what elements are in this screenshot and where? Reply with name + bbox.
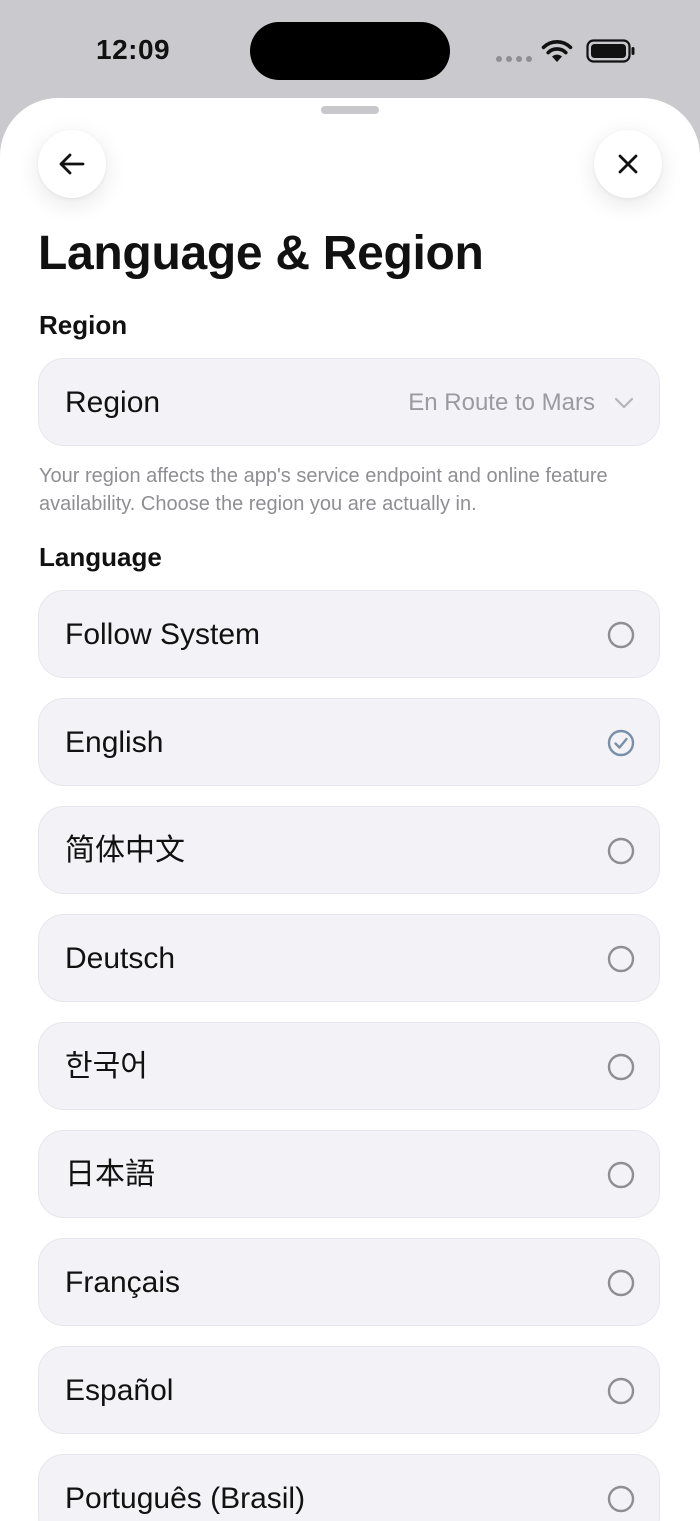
region-section-heading: Region <box>39 310 128 340</box>
language-option-simplified-chinese[interactable]: 简体中文 <box>38 806 660 894</box>
radio-unchecked-icon <box>607 1161 635 1189</box>
language-option-german[interactable]: Deutsch <box>38 914 660 1002</box>
page-title: Language & Region <box>38 227 484 280</box>
language-option-label: 日本語 <box>65 1158 155 1191</box>
language-option-portuguese-brazil[interactable]: Português (Brasil) <box>38 1454 660 1521</box>
language-option-label: English <box>65 726 164 759</box>
language-option-japanese[interactable]: 日本語 <box>38 1130 660 1218</box>
language-option-label: Español <box>65 1374 174 1407</box>
language-option-label: Follow System <box>65 618 261 651</box>
language-option-korean[interactable]: 한국어 <box>38 1022 660 1110</box>
radio-unchecked-icon <box>607 1053 635 1081</box>
radio-unchecked-icon <box>607 621 635 649</box>
back-button[interactable] <box>38 130 106 198</box>
language-option-label: 简体中文 <box>65 834 185 867</box>
dynamic-island <box>250 22 450 80</box>
radio-unchecked-icon <box>607 837 635 865</box>
region-helper-text: Your region affects the app's service en… <box>39 465 608 515</box>
wifi-icon <box>541 40 573 62</box>
language-option-english[interactable]: English <box>38 698 660 786</box>
status-bar: 12:09 <box>0 0 700 100</box>
language-option-label: Français <box>65 1266 181 1299</box>
language-option-french[interactable]: Français <box>38 1238 660 1326</box>
language-option-label: Português (Brasil) <box>65 1482 306 1515</box>
language-option-spanish[interactable]: Español <box>38 1346 660 1434</box>
language-section-heading: Language <box>39 542 162 572</box>
status-time: 12:09 <box>96 34 171 65</box>
language-option-label: 한국어 <box>65 1050 148 1083</box>
cellular-signal-icon <box>496 56 532 62</box>
radio-unchecked-icon <box>607 1269 635 1297</box>
region-row-label: Region <box>65 386 161 419</box>
radio-unchecked-icon <box>607 945 635 973</box>
sheet-grabber[interactable] <box>321 106 379 114</box>
region-selector[interactable]: Region En Route to Mars <box>38 358 660 446</box>
chevron-down-icon <box>614 397 634 409</box>
close-button[interactable] <box>594 130 662 198</box>
battery-icon <box>586 39 635 63</box>
settings-sheet: Language & Region Region Region En Route… <box>0 98 700 1521</box>
region-value: En Route to Mars <box>408 389 595 416</box>
language-option-follow-system[interactable]: Follow System <box>38 590 660 678</box>
radio-unchecked-icon <box>607 1485 635 1513</box>
language-option-label: Deutsch <box>65 942 176 975</box>
arrow-left-icon <box>59 153 85 175</box>
radio-unchecked-icon <box>607 1377 635 1405</box>
radio-checked-icon <box>607 729 635 757</box>
close-icon <box>618 154 638 174</box>
